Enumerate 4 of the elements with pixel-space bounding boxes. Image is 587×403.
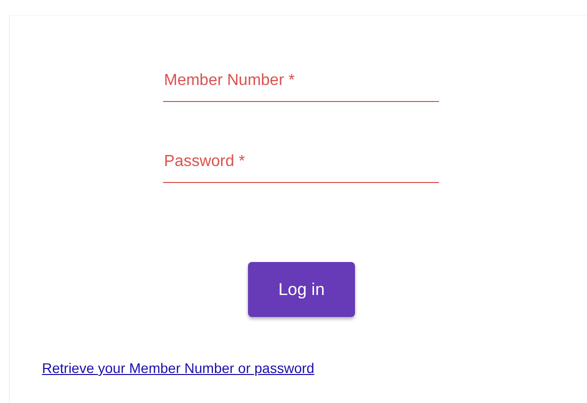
input-field[interactable]: Password *: [163, 149, 439, 183]
retrieve-link[interactable]: Retrieve your Member Number or password: [42, 360, 314, 376]
login-button[interactable]: Log in: [248, 262, 355, 317]
input-field[interactable]: Member Number *: [163, 68, 439, 102]
